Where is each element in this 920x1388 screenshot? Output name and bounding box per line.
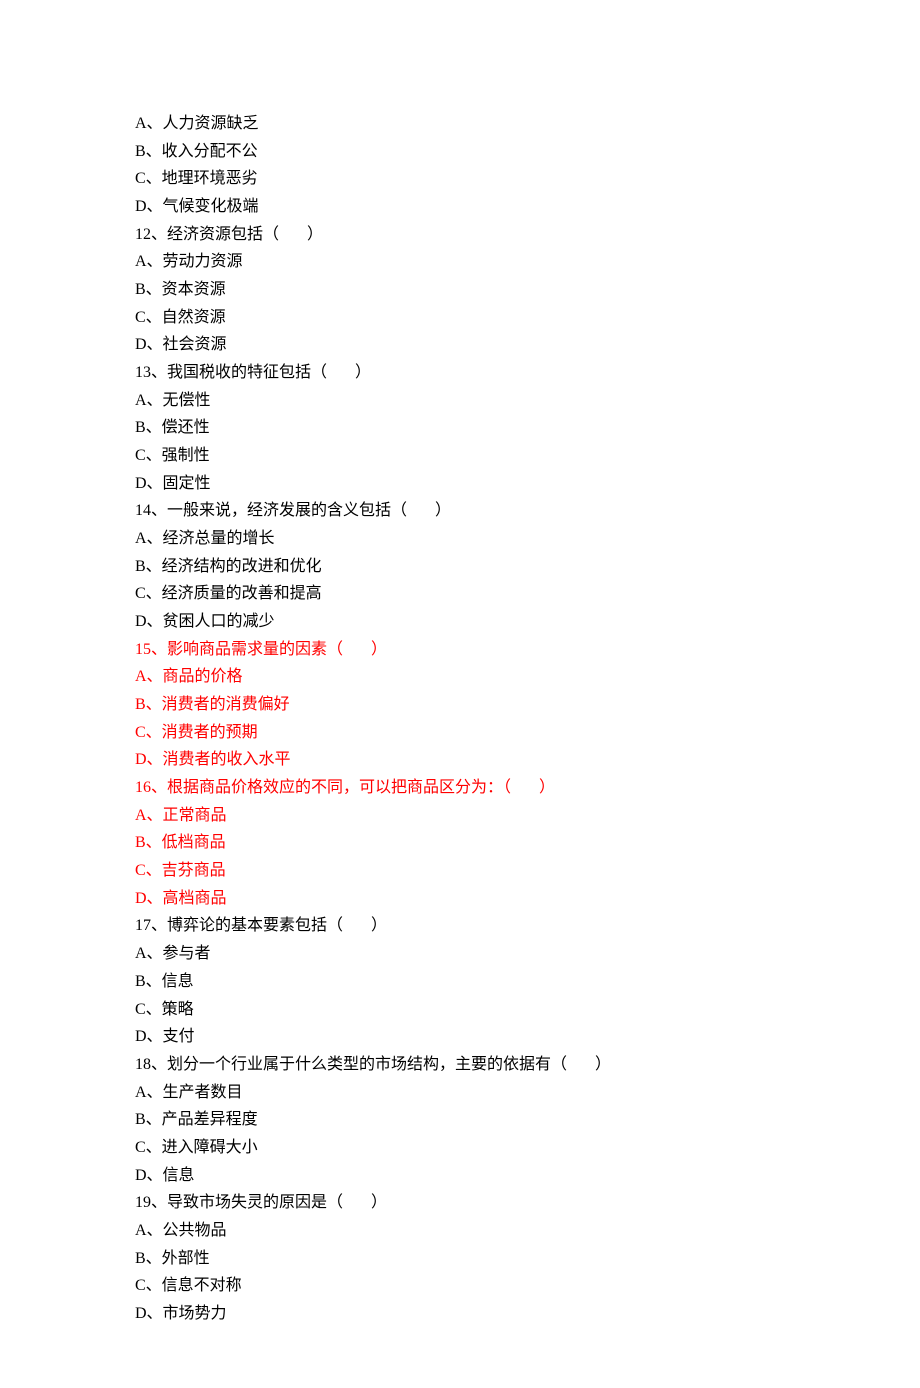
- text-line: D、支付: [135, 1023, 785, 1051]
- text-line: C、进入障碍大小: [135, 1134, 785, 1162]
- text-line: A、无偿性: [135, 387, 785, 415]
- text-line: 14、一般来说，经济发展的含义包括（ ）: [135, 497, 785, 525]
- text-line: C、地理环境恶劣: [135, 165, 785, 193]
- text-line: B、产品差异程度: [135, 1106, 785, 1134]
- text-line: A、劳动力资源: [135, 248, 785, 276]
- text-line: D、气候变化极端: [135, 193, 785, 221]
- text-line: 15、影响商品需求量的因素（ ）: [135, 636, 785, 664]
- text-line: A、参与者: [135, 940, 785, 968]
- text-line: B、经济结构的改进和优化: [135, 553, 785, 581]
- text-line: B、外部性: [135, 1245, 785, 1273]
- text-line: B、收入分配不公: [135, 138, 785, 166]
- text-line: A、公共物品: [135, 1217, 785, 1245]
- text-line: D、市场势力: [135, 1300, 785, 1328]
- text-line: C、消费者的预期: [135, 719, 785, 747]
- document-page: A、人力资源缺乏B、收入分配不公C、地理环境恶劣D、气候变化极端12、经济资源包…: [0, 0, 920, 1388]
- text-line: B、信息: [135, 968, 785, 996]
- text-line: C、强制性: [135, 442, 785, 470]
- text-line: 17、博弈论的基本要素包括（ ）: [135, 912, 785, 940]
- text-line: 13、我国税收的特征包括（ ）: [135, 359, 785, 387]
- text-line: D、社会资源: [135, 331, 785, 359]
- text-line: D、贫困人口的减少: [135, 608, 785, 636]
- text-line: C、信息不对称: [135, 1272, 785, 1300]
- text-line: B、低档商品: [135, 829, 785, 857]
- text-line: A、生产者数目: [135, 1079, 785, 1107]
- text-line: 12、经济资源包括（ ）: [135, 221, 785, 249]
- text-line: A、经济总量的增长: [135, 525, 785, 553]
- text-line: 16、根据商品价格效应的不同，可以把商品区分为：（ ）: [135, 774, 785, 802]
- text-line: A、人力资源缺乏: [135, 110, 785, 138]
- text-line: D、信息: [135, 1162, 785, 1190]
- text-line: C、自然资源: [135, 304, 785, 332]
- text-line: B、消费者的消费偏好: [135, 691, 785, 719]
- text-line: B、偿还性: [135, 414, 785, 442]
- text-line: 19、导致市场失灵的原因是（ ）: [135, 1189, 785, 1217]
- text-line: B、资本资源: [135, 276, 785, 304]
- text-line: A、正常商品: [135, 802, 785, 830]
- text-line: D、固定性: [135, 470, 785, 498]
- text-line: C、策略: [135, 996, 785, 1024]
- text-line: C、吉芬商品: [135, 857, 785, 885]
- text-line: C、经济质量的改善和提高: [135, 580, 785, 608]
- text-line: D、高档商品: [135, 885, 785, 913]
- text-line: D、消费者的收入水平: [135, 746, 785, 774]
- text-line: 18、划分一个行业属于什么类型的市场结构，主要的依据有（ ）: [135, 1051, 785, 1079]
- text-line: A、商品的价格: [135, 663, 785, 691]
